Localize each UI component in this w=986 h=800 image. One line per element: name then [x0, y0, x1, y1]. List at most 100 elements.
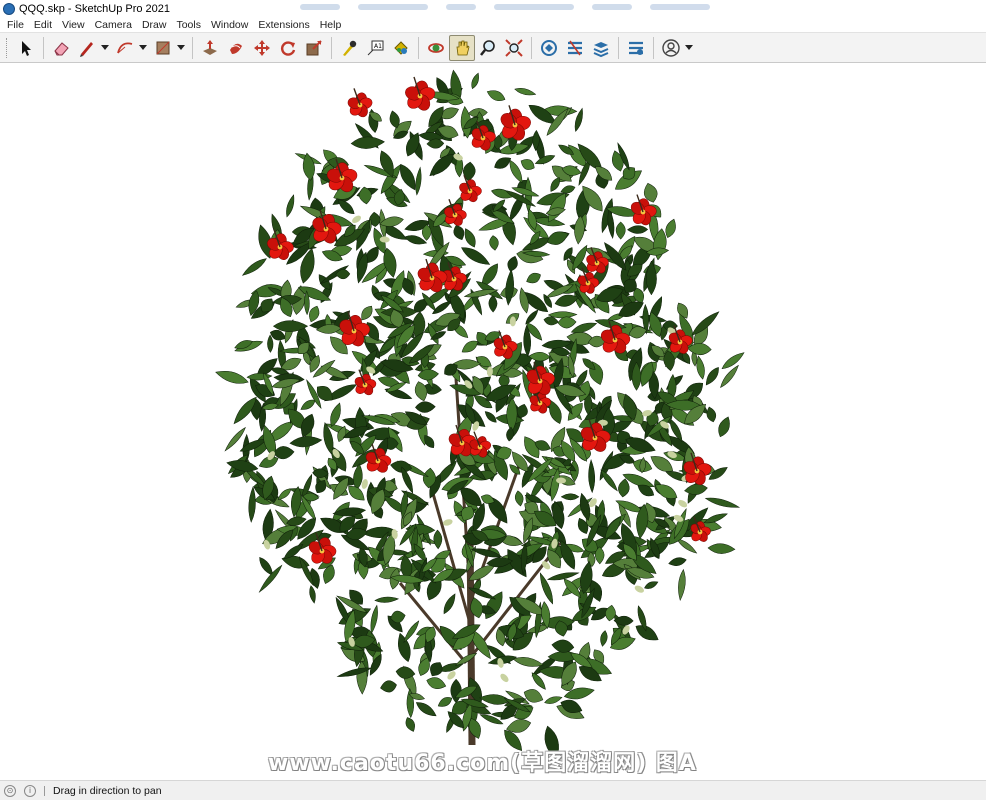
- toolbar-grip[interactable]: [6, 37, 9, 58]
- extension-manager-icon[interactable]: [623, 35, 649, 61]
- line-tool-icon[interactable]: [74, 35, 100, 61]
- credits-info-icon[interactable]: i: [24, 784, 36, 797]
- flower-bud: [442, 519, 453, 526]
- menu-window[interactable]: Window: [206, 19, 253, 31]
- leaf: [720, 364, 739, 388]
- leaf: [489, 235, 499, 251]
- svg-text:A1: A1: [374, 43, 382, 50]
- leaf: [600, 630, 608, 647]
- push-pull-tool-icon[interactable]: [197, 35, 223, 61]
- account-dropdown[interactable]: [684, 35, 694, 61]
- leaf: [705, 367, 719, 386]
- shape-tool-icon[interactable]: [150, 35, 176, 61]
- menu-draw[interactable]: Draw: [137, 19, 172, 31]
- leaf: [286, 194, 295, 218]
- rotate-tool-icon[interactable]: [275, 35, 301, 61]
- leaf: [526, 272, 541, 284]
- leaf: [635, 625, 659, 641]
- leaf: [453, 225, 465, 241]
- text-tool-icon[interactable]: A1: [362, 35, 388, 61]
- leaf: [707, 543, 736, 554]
- leaf: [486, 90, 506, 102]
- paint-bucket-tool-icon[interactable]: [388, 35, 414, 61]
- orbit-tool-icon[interactable]: [423, 35, 449, 61]
- leaf: [277, 488, 292, 500]
- leaf: [627, 225, 649, 234]
- leaf: [450, 678, 462, 704]
- extension-warehouse-icon[interactable]: [562, 35, 588, 61]
- leaf: [520, 159, 535, 170]
- leaf: [405, 717, 415, 732]
- zoom-tool-icon[interactable]: [475, 35, 501, 61]
- flower-bud: [634, 585, 644, 593]
- sketchup-logo-icon: [3, 2, 15, 15]
- status-bar: ⊙ i Drag in direction to pan: [0, 780, 986, 800]
- leaf: [505, 268, 514, 306]
- leaf: [463, 161, 476, 182]
- leaf: [215, 370, 249, 384]
- menu-file[interactable]: File: [2, 19, 29, 31]
- leaf: [600, 469, 618, 492]
- shape-tool-dropdown[interactable]: [176, 35, 186, 61]
- leaf: [678, 568, 686, 601]
- geo-location-icon[interactable]: ⊙: [4, 784, 16, 797]
- menu-view[interactable]: View: [57, 19, 90, 31]
- model-viewport[interactable]: www.caotu66.com(草图溜溜网) 图A: [0, 63, 986, 780]
- leaf: [514, 490, 524, 507]
- arc-tool-dropdown[interactable]: [138, 35, 148, 61]
- leaf: [684, 483, 708, 495]
- leaf: [415, 702, 437, 717]
- move-tool-icon[interactable]: [249, 35, 275, 61]
- leaf: [309, 585, 316, 604]
- leaf: [415, 166, 422, 196]
- leaf: [350, 136, 385, 149]
- arc-tool-icon[interactable]: [112, 35, 138, 61]
- leaf: [267, 334, 274, 353]
- line-tool-dropdown[interactable]: [100, 35, 110, 61]
- flowering-shrub-model: [215, 69, 745, 760]
- leaf: [534, 155, 556, 165]
- flower-bud: [678, 499, 688, 508]
- leaf: [721, 352, 745, 369]
- leaf: [415, 401, 436, 413]
- menu-tools[interactable]: Tools: [171, 19, 206, 31]
- leaf: [615, 221, 626, 240]
- tape-measure-tool-icon[interactable]: [336, 35, 362, 61]
- menu-bar: File Edit View Camera Draw Tools Window …: [0, 17, 986, 32]
- scale-tool-icon[interactable]: [301, 35, 327, 61]
- 3d-warehouse-icon[interactable]: [536, 35, 562, 61]
- leaf: [507, 255, 518, 272]
- zoom-extents-tool-icon[interactable]: [501, 35, 527, 61]
- leaf: [560, 493, 580, 501]
- leaf: [426, 677, 447, 689]
- leaf: [464, 228, 476, 248]
- menu-help[interactable]: Help: [315, 19, 347, 31]
- flower-bud: [352, 215, 362, 224]
- status-message: Drag in direction to pan: [53, 784, 162, 797]
- eraser-tool-icon[interactable]: [48, 35, 74, 61]
- layout-send-icon[interactable]: [588, 35, 614, 61]
- pan-tool-icon[interactable]: [449, 34, 475, 61]
- leaf: [241, 258, 267, 276]
- leaf: [718, 416, 730, 438]
- menu-camera[interactable]: Camera: [90, 19, 137, 31]
- leaf: [289, 436, 323, 448]
- leaf: [437, 697, 453, 707]
- shrub-foliage: [215, 69, 745, 760]
- title-bar: QQQ.skp - SketchUp Pro 2021: [0, 0, 986, 17]
- window-title: QQQ.skp - SketchUp Pro 2021: [19, 2, 171, 15]
- taskbar-blur: [300, 4, 710, 12]
- leaf: [588, 459, 596, 494]
- leaf: [551, 639, 575, 653]
- follow-me-tool-icon[interactable]: [223, 35, 249, 61]
- menu-extensions[interactable]: Extensions: [253, 19, 314, 31]
- leaf: [488, 295, 498, 313]
- leaf: [704, 497, 741, 508]
- leaf: [528, 352, 551, 362]
- leaf: [618, 478, 630, 498]
- menu-edit[interactable]: Edit: [29, 19, 57, 31]
- select-tool-icon[interactable]: [13, 35, 39, 61]
- watermark-text: www.caotu66.com(草图溜溜网) 图A: [268, 751, 697, 776]
- leaf: [443, 593, 456, 615]
- account-icon[interactable]: [658, 35, 684, 61]
